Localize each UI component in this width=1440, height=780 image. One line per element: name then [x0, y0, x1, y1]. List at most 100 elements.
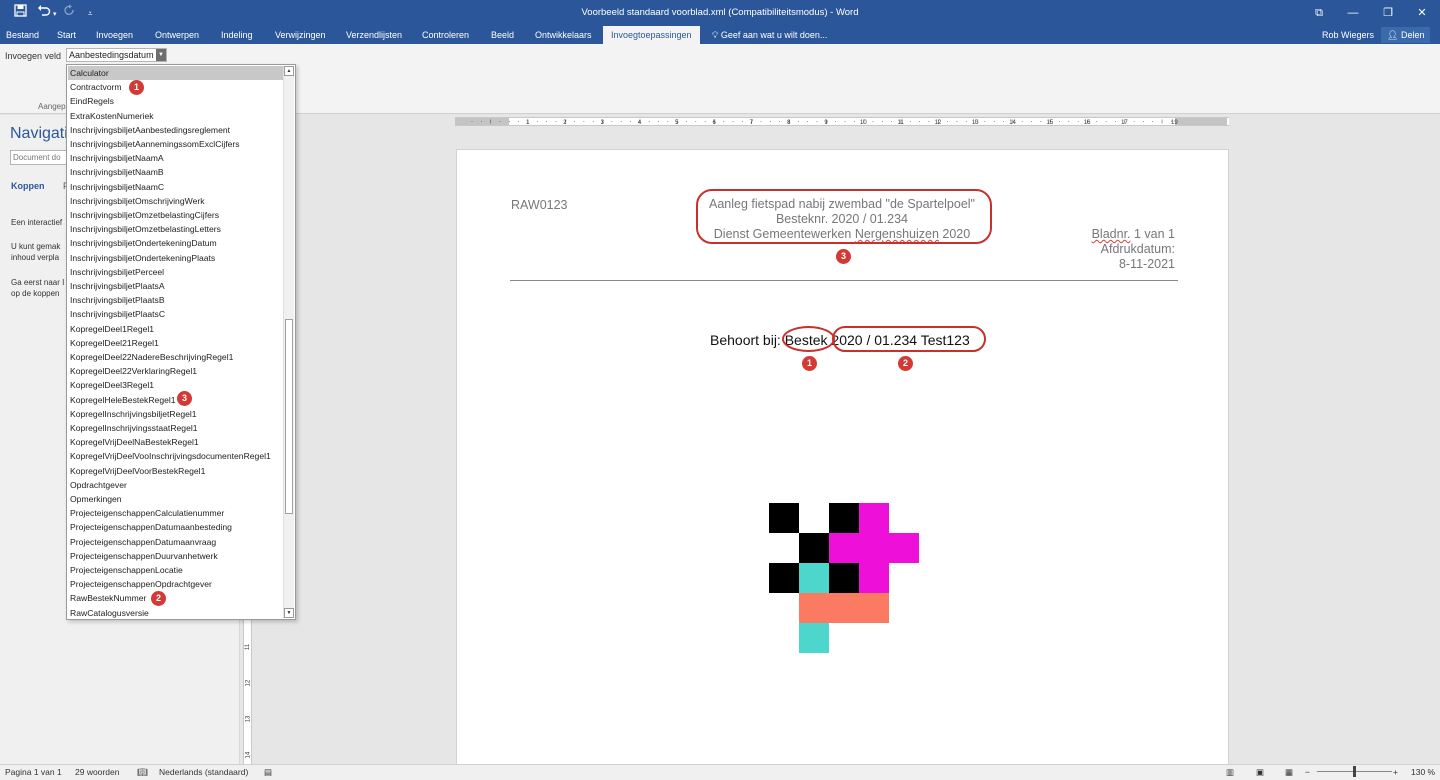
logo-pixel	[769, 563, 799, 593]
zoom-out-icon[interactable]: −	[1305, 767, 1310, 777]
dropdown-item[interactable]: KopregelVrijDeelVoorBestekRegel1	[68, 464, 283, 478]
dropdown-item[interactable]: InschrijvingsbiljetNaamB	[68, 165, 283, 179]
horizontal-ruler[interactable]: 1 2 3 4 5 6 7 8 9 10 11 12 13 14 15 16 17 19	[455, 117, 1229, 126]
dropdown-item[interactable]: InschrijvingsbiljetOndertekeningDatum	[68, 236, 283, 250]
dropdown-item[interactable]: KopregelDeel22NadereBeschrijvingRegel1	[68, 350, 283, 364]
ribbon-display-icon[interactable]: ⧉	[1302, 0, 1336, 26]
dropdown-item[interactable]: RawBestekNummer	[68, 591, 283, 605]
dropdown-item[interactable]: Calculator	[68, 66, 283, 80]
dropdown-item[interactable]: KopregelDeel3Regel1	[68, 378, 283, 392]
tab-invoegen[interactable]: Invoegen	[96, 26, 133, 44]
dropdown-item[interactable]: KopregelInschrijvingsbiljetRegel1	[68, 407, 283, 421]
tab-headings[interactable]: Koppen	[11, 181, 45, 191]
dropdown-item[interactable]: Opdrachtgever	[68, 478, 283, 492]
tab-start[interactable]: Start	[57, 26, 76, 44]
dropdown-item[interactable]: RawCatalogusversie	[68, 606, 283, 619]
field-dropdown-list[interactable]: ▲ ▼ Calculator Contractvorm EindRegels Extr…	[66, 64, 296, 620]
dropdown-item[interactable]: InschrijvingsbiljetNaamA	[68, 151, 283, 165]
dropdown-item[interactable]: KopregelDeel22VerklaringRegel1	[68, 364, 283, 378]
dropdown-item[interactable]: ProjecteigenschappenDatumaanvraag	[68, 535, 283, 549]
logo-pixel	[769, 503, 799, 533]
proofing-icon[interactable]: 📖︎	[137, 767, 148, 778]
logo-pixel	[829, 503, 859, 533]
annotation-badge-3: 3	[836, 249, 851, 264]
scroll-down-icon[interactable]: ▼	[284, 608, 294, 618]
ruler-number: 2	[563, 120, 567, 125]
dropdown-item[interactable]: Opmerkingen	[68, 492, 283, 506]
dropdown-item[interactable]: InschrijvingsbiljetNaamC	[68, 180, 283, 194]
dropdown-item[interactable]: Contractvorm	[68, 80, 283, 94]
header-divider	[510, 280, 1178, 281]
dropdown-item[interactable]: EindRegels	[68, 94, 283, 108]
status-words[interactable]: 29 woorden	[75, 767, 119, 777]
web-layout-icon[interactable]: ▦	[1285, 767, 1293, 778]
tab-controleren[interactable]: Controleren	[422, 26, 469, 44]
status-language[interactable]: Nederlands (standaard)	[159, 767, 248, 777]
macro-icon[interactable]: ▤	[264, 767, 272, 778]
dropdown-item[interactable]: KopregelInschrijvingsstaatRegel1	[68, 421, 283, 435]
dropdown-item[interactable]: ProjecteigenschappenDatumaanbesteding	[68, 520, 283, 534]
dropdown-item[interactable]: KopregelDeel1Regel1	[68, 322, 283, 336]
tab-verzendlijsten[interactable]: Verzendlijsten	[346, 26, 402, 44]
dropdown-item[interactable]: ProjecteigenschappenCalculatienummer	[68, 506, 283, 520]
dropdown-item[interactable]: KopregelVrijDeelNaBestekRegel1	[68, 435, 283, 449]
tab-bestand[interactable]: Bestand	[6, 26, 39, 44]
vruler-number: 14	[245, 751, 252, 759]
zoom-slider-thumb[interactable]	[1353, 766, 1356, 777]
dropdown-item[interactable]: InschrijvingsbiljetOmzetbelastingLetters	[68, 222, 283, 236]
dropdown-item[interactable]: ExtraKostenNumeriek	[68, 109, 283, 123]
tab-indeling[interactable]: Indeling	[221, 26, 253, 44]
scroll-up-icon[interactable]: ▲	[284, 66, 294, 76]
close-button[interactable]: ✕	[1405, 0, 1439, 26]
dropdown-item[interactable]: KopregelVrijDeelVooInschrijvingsdocument…	[68, 449, 283, 463]
insert-field-combo[interactable]: Aanbestedingsdatum ▼	[66, 48, 167, 62]
dropdown-item[interactable]: ProjecteigenschappenDuurvanhetwerk	[68, 549, 283, 563]
dropdown-item[interactable]: InschrijvingsbiljetAanbestedingsreglemen…	[68, 123, 283, 137]
ruler-number: 7	[750, 120, 754, 125]
dropdown-item[interactable]: KopregelDeel21Regel1	[68, 336, 283, 350]
tab-ontwerpen[interactable]: Ontwerpen	[155, 26, 199, 44]
read-mode-icon[interactable]: ▥	[1226, 767, 1234, 778]
document-page[interactable]: RAW0123 Aanleg fietspad nabij zwembad "d…	[456, 149, 1229, 769]
dropdown-item[interactable]: InschrijvingsbiljetOndertekeningPlaats	[68, 251, 283, 265]
status-page[interactable]: Pagina 1 van 1	[5, 767, 62, 777]
dropdown-item[interactable]: InschrijvingsbiljetPlaatsB	[68, 293, 283, 307]
dropdown-item[interactable]: ProjecteigenschappenLocatie	[68, 563, 283, 577]
logo-pixel	[799, 623, 829, 653]
scroll-thumb[interactable]	[285, 319, 293, 514]
logo-pixel	[859, 503, 889, 533]
logo-pixel	[799, 533, 829, 563]
maximize-button[interactable]: ❐	[1371, 0, 1405, 26]
tab-ontwikkelaars[interactable]: Ontwikkelaars	[535, 26, 592, 44]
zoom-in-icon[interactable]: +	[1393, 767, 1398, 777]
ruler-number: 17	[1121, 120, 1128, 125]
dropdown-item[interactable]: ProjecteigenschappenOpdrachtgever	[68, 577, 283, 591]
ruler-number: 4	[638, 120, 642, 125]
ruler-number: 3	[601, 120, 605, 125]
tab-invoegtoepassingen[interactable]: Invoegtoepassingen	[603, 26, 700, 44]
share-button[interactable]: 👤︎ Delen	[1381, 27, 1431, 43]
minimize-button[interactable]: —	[1336, 0, 1370, 26]
print-layout-icon[interactable]: ▣	[1256, 767, 1264, 778]
vertical-ruler[interactable]: 11 12 13 14	[243, 620, 252, 764]
zoom-level[interactable]: 130 %	[1411, 767, 1435, 777]
status-bar: Pagina 1 van 1 29 woorden 📖︎ Nederlands …	[0, 764, 1440, 780]
dropdown-scrollbar[interactable]: ▲ ▼	[283, 66, 294, 618]
ruler-number: 1	[526, 120, 530, 125]
dropdown-item[interactable]: InschrijvingsbiljetOmschrijvingWerk	[68, 194, 283, 208]
dropdown-item[interactable]: KopregelHeleBestekRegel1	[68, 393, 283, 407]
tell-me-box[interactable]: 💡︎ Geef aan wat u wilt doen...	[712, 26, 827, 44]
tab-verwijzingen[interactable]: Verwijzingen	[275, 26, 326, 44]
dropdown-item[interactable]: InschrijvingsbiljetOmzetbelastingCijfers	[68, 208, 283, 222]
title-bar: ▾ ⩡ Voorbeeld standaard voorblad.xml (Co…	[0, 0, 1440, 26]
page-number: Bladnr. 1 van 1	[1091, 227, 1175, 241]
tab-beeld[interactable]: Beeld	[491, 26, 514, 44]
ruler-number: 8	[787, 120, 791, 125]
user-name[interactable]: Rob Wiegers	[1322, 26, 1374, 44]
chevron-down-icon[interactable]: ▼	[156, 49, 166, 61]
dropdown-item[interactable]: InschrijvingsbiljetPerceel	[68, 265, 283, 279]
dropdown-item[interactable]: InschrijvingsbiljetPlaatsC	[68, 307, 283, 321]
dropdown-item[interactable]: InschrijvingsbiljetAannemingssomExclCijf…	[68, 137, 283, 151]
ruler-number: 6	[712, 120, 716, 125]
dropdown-item[interactable]: InschrijvingsbiljetPlaatsA	[68, 279, 283, 293]
